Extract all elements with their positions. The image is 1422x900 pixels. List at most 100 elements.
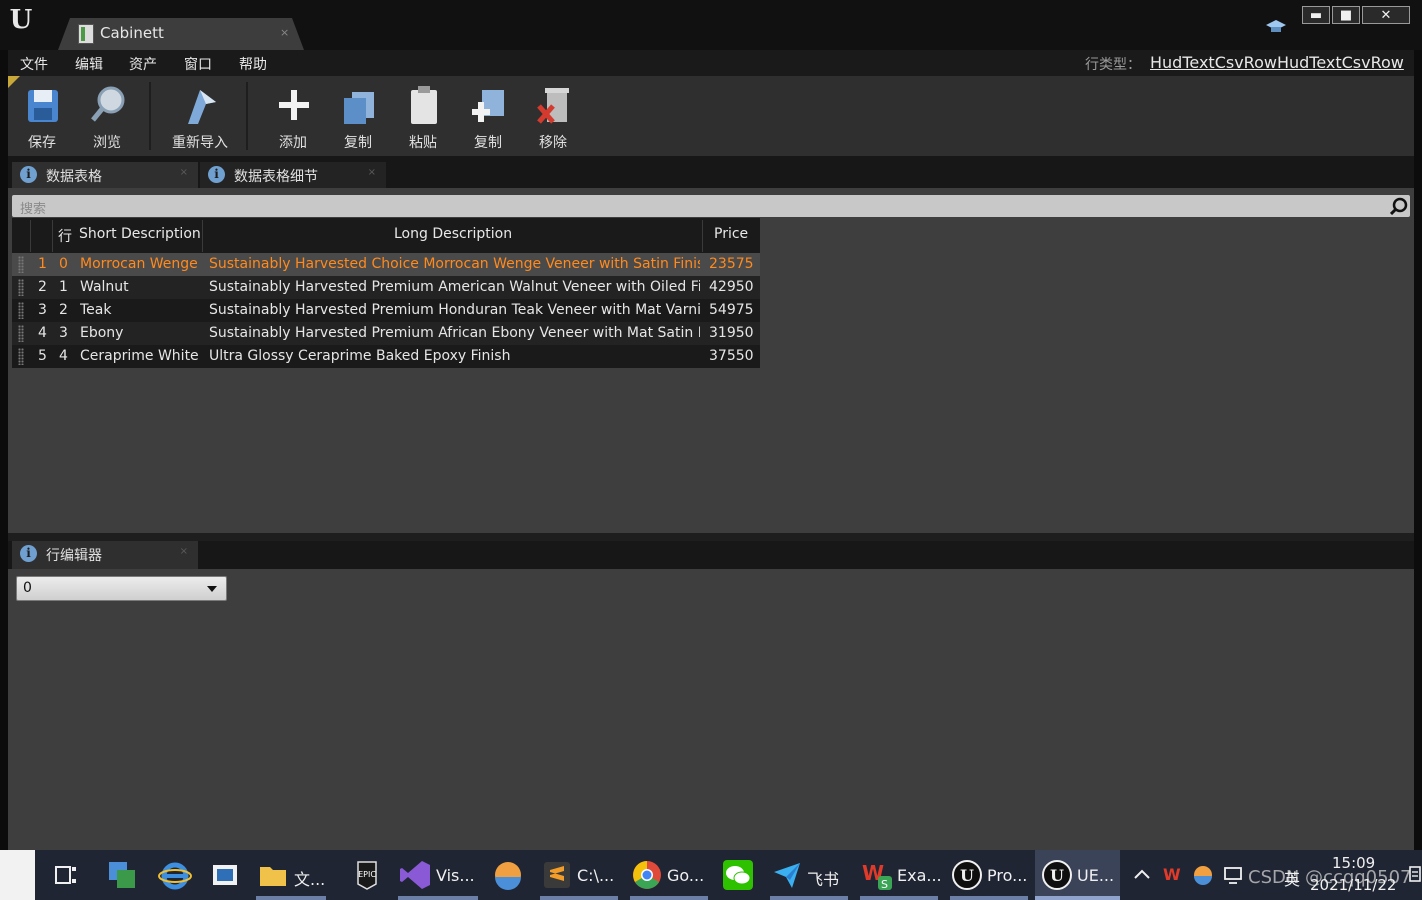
search-icon[interactable] (1390, 197, 1408, 215)
start-area[interactable] (0, 850, 35, 900)
search-input[interactable] (12, 195, 1410, 217)
app-icon-1[interactable] (105, 858, 139, 892)
tab-data-table-details-label: 数据表格细节 (234, 169, 318, 185)
row-name-cell: 3 (59, 325, 68, 341)
excel-label[interactable]: Exa... (897, 866, 942, 885)
row-type-label: 行类型： (1085, 57, 1141, 73)
browse-button[interactable]: 浏览 (77, 80, 137, 152)
chrome-label[interactable]: Go... (667, 866, 704, 885)
menu-edit[interactable]: 编辑 (75, 54, 103, 74)
menu-file[interactable]: 文件 (20, 54, 48, 74)
long-description-cell: Sustainably Harvested Premium American W… (209, 279, 700, 295)
tab-close-icon[interactable]: × (180, 546, 188, 557)
panel-splitter[interactable] (8, 533, 1414, 541)
header-separator (202, 220, 203, 252)
tab-data-table-details[interactable]: i 数据表格细节 × (200, 162, 386, 188)
drag-handle-icon[interactable] (18, 279, 24, 296)
row-index-cell: 1 (38, 256, 47, 272)
save-button[interactable]: 保存 (12, 80, 72, 152)
save-icon (28, 90, 58, 122)
active-indicator (1035, 896, 1120, 900)
active-indicator (770, 896, 848, 900)
row-select-dropdown[interactable] (16, 576, 227, 601)
drag-handle-icon[interactable] (18, 325, 24, 342)
column-header-short-description[interactable]: Short Description (79, 226, 201, 242)
search-placeholder: 搜索 (20, 202, 47, 217)
clock-time[interactable]: 15:09 (1332, 854, 1375, 872)
panel-tab-strip (8, 541, 1414, 569)
row-index-cell: 4 (38, 325, 47, 341)
vs-icon[interactable] (398, 858, 432, 892)
feishu-label[interactable]: 飞书 (807, 866, 839, 890)
maximize-button[interactable]: ■ (1332, 6, 1360, 24)
graduation-cap-icon[interactable] (1266, 18, 1286, 36)
sublime-icon[interactable] (540, 858, 574, 892)
tab-close-icon[interactable]: × (368, 167, 376, 178)
chevron-up-icon[interactable] (1133, 866, 1151, 884)
menu-asset[interactable]: 资产 (129, 54, 157, 74)
row-name-cell: 1 (59, 279, 68, 295)
column-header-long-description[interactable]: Long Description (394, 226, 512, 242)
clock-date[interactable]: 2021/11/22 (1310, 876, 1396, 894)
row-select-value: 0 (23, 580, 32, 596)
data-table-icon (78, 24, 94, 44)
add-button[interactable]: 添加 (263, 80, 323, 152)
vs-label[interactable]: Vis... (436, 866, 475, 885)
tab-row-editor[interactable]: i 行编辑器 × (12, 541, 198, 569)
unreal-label-2[interactable]: UE... (1077, 866, 1114, 885)
long-description-cell: Ultra Glossy Ceraprime Baked Epoxy Finis… (209, 348, 511, 364)
tab-row-editor-label: 行编辑器 (46, 548, 102, 564)
minimize-button[interactable]: ▬ (1302, 6, 1330, 24)
tab-data-table-label: 数据表格 (46, 169, 102, 185)
tab-data-table[interactable]: i 数据表格 × (12, 162, 198, 188)
reimport-icon (188, 90, 216, 124)
menu-help[interactable]: 帮助 (239, 54, 267, 74)
drag-handle-icon[interactable] (18, 302, 24, 319)
feishu-icon[interactable] (770, 858, 804, 892)
drag-handle-icon[interactable] (18, 256, 24, 273)
wps-tray-icon[interactable]: W (1162, 864, 1184, 884)
copy-button[interactable]: 复制 (328, 80, 388, 152)
chevron-down-icon (207, 586, 217, 592)
sublime-label[interactable]: C:\... (577, 866, 614, 885)
input-method-indicator[interactable]: 英 (1284, 866, 1300, 890)
column-header-row[interactable]: 行 (58, 226, 72, 246)
row-name-cell: 4 (59, 348, 68, 364)
paste-button[interactable]: 粘贴 (393, 80, 453, 152)
duplicate-button[interactable]: 复制 (458, 80, 518, 152)
row-index-cell: 3 (38, 302, 47, 318)
drag-handle-icon[interactable] (18, 348, 24, 365)
price-cell: 31950 (709, 325, 754, 341)
short-description-cell: Ceraprime White (80, 348, 199, 364)
row-name-cell: 2 (59, 302, 68, 318)
info-icon: i (20, 545, 37, 562)
short-description-cell: Walnut (80, 279, 129, 295)
row-type-link[interactable]: HudTextCsvRowHudTextCsvRow (1150, 53, 1404, 72)
document-tab[interactable] (58, 18, 304, 50)
unreal-label-1[interactable]: Pro... (987, 866, 1027, 885)
unreal-icon-2[interactable]: U (1040, 858, 1074, 892)
tab-close-icon[interactable]: × (280, 26, 289, 39)
task-view-icon[interactable] (50, 858, 84, 892)
copy-label: 复制 (344, 135, 372, 151)
network-icon[interactable] (1222, 864, 1244, 886)
column-header-price[interactable]: Price (714, 226, 748, 242)
tab-close-icon[interactable]: × (180, 167, 188, 178)
close-button[interactable]: ✕ (1362, 6, 1410, 24)
app-icon-3[interactable] (491, 858, 525, 892)
folder-label[interactable]: 文... (294, 866, 325, 890)
remove-button[interactable]: 移除 (523, 80, 583, 152)
tray-app-icon[interactable] (1192, 864, 1214, 886)
app-icon-2[interactable] (208, 858, 242, 892)
excel-icon[interactable]: WS (860, 858, 894, 892)
epic-icon[interactable]: EPIC (350, 858, 384, 892)
notification-icon[interactable] (1408, 864, 1422, 884)
wechat-icon[interactable] (721, 858, 755, 892)
reimport-button[interactable]: 重新导入 (170, 80, 230, 152)
chrome-icon[interactable] (630, 858, 664, 892)
ie-icon[interactable] (158, 858, 192, 892)
folder-icon[interactable] (256, 858, 290, 892)
remove-label: 移除 (539, 135, 567, 151)
menu-window[interactable]: 窗口 (184, 54, 212, 74)
unreal-icon-1[interactable]: U (950, 858, 984, 892)
